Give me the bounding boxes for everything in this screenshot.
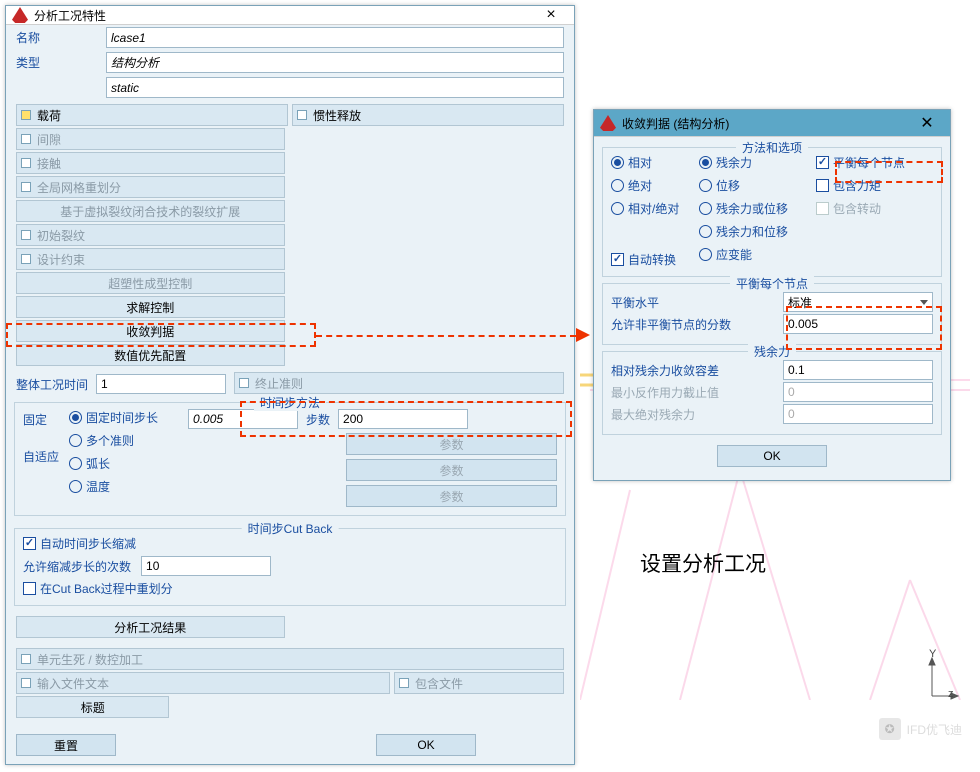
timestep-legend: 时间步方法 [254, 394, 326, 411]
allowfrac-field[interactable]: 0.005 [783, 314, 933, 334]
params-button-1[interactable]: 参数 [346, 433, 557, 455]
dialog2-titlebar[interactable]: 收敛判据 (结构分析) ✕ [594, 110, 950, 137]
opt-load[interactable]: 载荷 [16, 104, 288, 126]
dialog-titlebar[interactable]: 分析工况特性 × [6, 6, 574, 25]
close-icon[interactable]: ✕ [910, 113, 944, 133]
results-button[interactable]: 分析工况结果 [16, 616, 285, 638]
chevron-down-icon [920, 300, 928, 305]
cutback-allow-label: 允许缩减步长的次数 [23, 558, 131, 575]
close-icon[interactable]: × [534, 6, 568, 24]
chk-autoswitch[interactable]: 自动转换 [611, 251, 699, 268]
axis-gizmo: Yz [918, 658, 958, 698]
chk-autocutback[interactable]: 自动时间步长缩减 [23, 535, 557, 552]
analysis-loadcase-dialog: 分析工况特性 × 名称 lcase1 类型 结构分析 static 载荷 惯性释… [5, 5, 575, 765]
radio-residanddisp[interactable]: 残余力和位移 [699, 223, 816, 240]
radio-residordisp[interactable]: 残余力或位移 [699, 200, 816, 217]
title-button[interactable]: 标题 [16, 696, 169, 718]
radio-temp[interactable]: 温度 [69, 478, 158, 495]
radio-multi[interactable]: 多个准则 [69, 432, 158, 449]
ok-button[interactable]: OK [717, 445, 827, 467]
arrow-icon [576, 328, 590, 342]
opt-inertia[interactable]: 惯性释放 [292, 104, 564, 126]
reltol-field[interactable]: 0.1 [783, 360, 933, 380]
balance-select[interactable]: 标准 [783, 292, 933, 312]
minreac-label: 最小反作用力截止值 [611, 384, 783, 401]
type-label: 类型 [16, 54, 106, 71]
opt-includefile[interactable]: 包含文件 [394, 672, 564, 694]
radio-absolute[interactable]: 绝对 [611, 177, 699, 194]
maxabs-label: 最大绝对残余力 [611, 406, 783, 423]
radio-relative[interactable]: 相对 [611, 154, 699, 171]
method-group: 方法和选项 相对 绝对 相对/绝对 自动转换 残余力 位移 残余力或位移 残余力… [602, 147, 942, 277]
cutback-group: 时间步Cut Back 自动时间步长缩减 允许缩减步长的次数 10 在Cut B… [14, 528, 566, 606]
type-field-2[interactable]: static [106, 77, 564, 98]
radio-relabs[interactable]: 相对/绝对 [611, 200, 699, 217]
chk-moment[interactable]: 包含力矩 [816, 177, 933, 194]
steps-label: 步数 [306, 411, 330, 428]
cutback-legend: 时间步Cut Back [242, 520, 339, 537]
opt-design[interactable]: 设计约束 [16, 248, 285, 270]
radio-strain[interactable]: 应变能 [699, 246, 816, 263]
opt-numpref[interactable]: 数值优先配置 [16, 344, 285, 366]
name-label: 名称 [16, 29, 106, 46]
chk-rot: 包含转动 [816, 200, 933, 217]
balance-label: 平衡水平 [611, 294, 783, 311]
app-icon [12, 7, 28, 23]
radio-disp[interactable]: 位移 [699, 177, 816, 194]
opt-remesh[interactable]: 全局网格重划分 [16, 176, 285, 198]
opt-inputtext[interactable]: 输入文件文本 [16, 672, 390, 694]
maxabs-field: 0 [783, 404, 933, 424]
type-field-1[interactable]: 结构分析 [106, 52, 564, 73]
timestep-group: 时间步方法 固定 自适应 固定时间步长 多个准则 弧长 温度 0.005 步数 … [14, 402, 566, 516]
dialog-title: 分析工况特性 [34, 7, 106, 24]
opt-contact[interactable]: 接触 [16, 152, 285, 174]
adaptive-label: 自适应 [23, 448, 59, 465]
watermark: ✪ IFD优飞迪 [879, 718, 962, 740]
opt-gap[interactable]: 间隙 [16, 128, 285, 150]
residual-legend: 残余力 [748, 343, 796, 360]
radio-residual[interactable]: 残余力 [699, 154, 816, 171]
allowfrac-label: 允许非平衡节点的分数 [611, 316, 783, 333]
opt-termination[interactable]: 终止准则 [234, 372, 564, 394]
minreac-field: 0 [783, 382, 933, 402]
stepsize-field[interactable]: 0.005 [188, 409, 298, 429]
chk-cutback-remesh[interactable]: 在Cut Back过程中重划分 [23, 580, 557, 597]
residual-group: 残余力 相对残余力收敛容差 0.1 最小反作用力截止值 0 最大绝对残余力 0 [602, 351, 942, 435]
params-button-3[interactable]: 参数 [346, 485, 557, 507]
fixed-label: 固定 [23, 411, 59, 428]
radio-fixed[interactable]: 固定时间步长 [69, 409, 158, 426]
opt-vcct[interactable]: 基于虚拟裂纹闭合技术的裂纹扩展 [16, 200, 285, 222]
pernode-legend: 平衡每个节点 [730, 275, 814, 292]
totaltime-label: 整体工况时间 [16, 376, 88, 393]
reset-button[interactable]: 重置 [16, 734, 116, 756]
app-icon [600, 115, 616, 131]
method-legend: 方法和选项 [736, 139, 808, 156]
totaltime-field[interactable]: 1 [96, 374, 226, 394]
radio-arc[interactable]: 弧长 [69, 455, 158, 472]
callout-arrow [316, 335, 576, 337]
ok-button[interactable]: OK [376, 734, 476, 756]
dialog2-title: 收敛判据 (结构分析) [622, 115, 729, 132]
convergence-dialog: 收敛判据 (结构分析) ✕ 方法和选项 相对 绝对 相对/绝对 自动转换 残余力… [593, 109, 951, 481]
params-button-2[interactable]: 参数 [346, 459, 557, 481]
opt-initcrack[interactable]: 初始裂纹 [16, 224, 285, 246]
wechat-icon: ✪ [879, 718, 901, 740]
annotation-caption: 设置分析工况 [640, 548, 766, 578]
opt-solve[interactable]: 求解控制 [16, 296, 285, 318]
steps-field[interactable]: 200 [338, 409, 468, 429]
opt-superplastic[interactable]: 超塑性成型控制 [16, 272, 285, 294]
opt-converge[interactable]: 收敛判据 [16, 320, 285, 342]
chk-pernode[interactable]: 平衡每个节点 [816, 154, 933, 171]
name-field[interactable]: lcase1 [106, 27, 564, 48]
reltol-label: 相对残余力收敛容差 [611, 362, 783, 379]
cutback-allow-field[interactable]: 10 [141, 556, 271, 576]
opt-birthdeath[interactable]: 单元生死 / 数控加工 [16, 648, 564, 670]
pernode-group: 平衡每个节点 平衡水平 标准 允许非平衡节点的分数 0.005 [602, 283, 942, 345]
